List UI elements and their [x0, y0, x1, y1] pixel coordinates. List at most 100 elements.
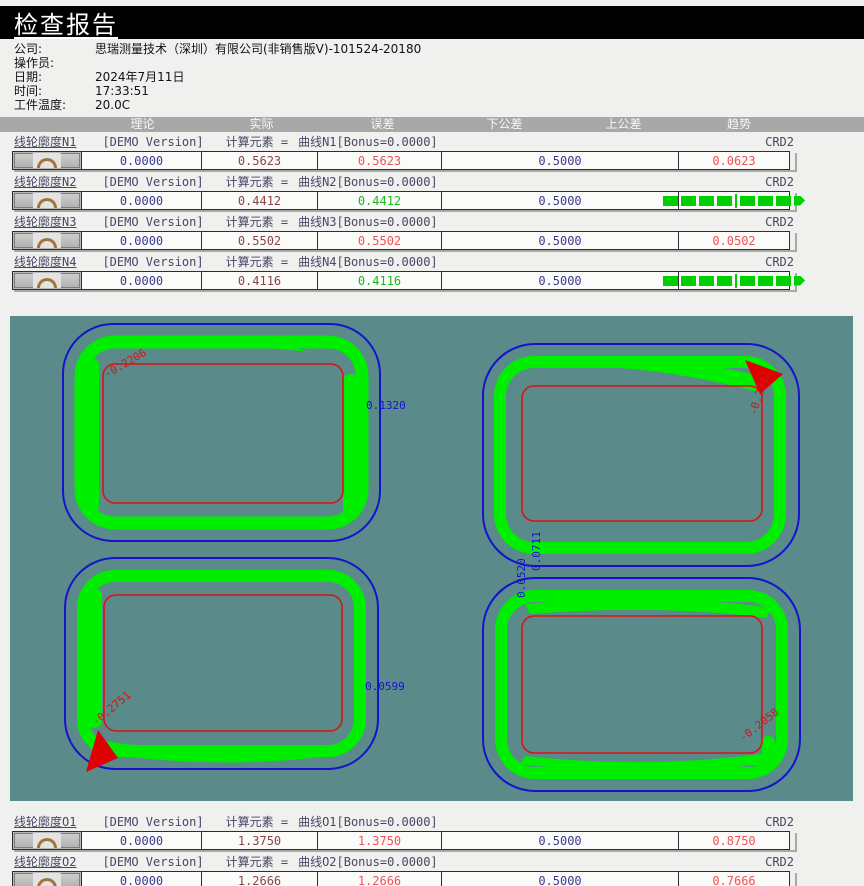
- theoretical-cell: 0.0000: [81, 831, 202, 850]
- measurement-name-link[interactable]: 线轮廓度O2: [14, 856, 76, 869]
- measurement-name-link[interactable]: 线轮廓度N2: [14, 176, 76, 189]
- time-value: 17:33:51: [95, 84, 149, 98]
- theoretical-cell: 0.0000: [81, 231, 202, 250]
- profile-icon-button[interactable]: [14, 193, 80, 208]
- measurement-header: 线轮廓度N4 [DEMO Version] 计算元素 = 曲线N4[Bonus=…: [0, 256, 864, 269]
- actual-cell: 0.4412: [201, 191, 318, 210]
- measurement-name-link[interactable]: 线轮廓度N3: [14, 216, 76, 229]
- theoretical-cell: 0.0000: [81, 151, 202, 170]
- date-value: 2024年7月11日: [95, 70, 184, 84]
- trend-value: 0.0502: [712, 234, 755, 248]
- calc-element-value: 曲线O1[Bonus=0.0000]: [298, 816, 438, 829]
- tolerance-cell: 0.5000: [441, 831, 679, 850]
- trend-bar: [663, 274, 805, 288]
- arc-icon: [33, 273, 61, 288]
- error-cell: 0.5502: [317, 231, 442, 250]
- column-error: 误差: [320, 117, 445, 132]
- profile-icon-cell: [12, 831, 82, 850]
- tolerance-cell: 0.5000: [441, 271, 679, 290]
- profile-icon-button[interactable]: [14, 233, 80, 248]
- deviation-thick-right: [762, 736, 775, 772]
- measurement-name-link[interactable]: 线轮廓度O1: [14, 816, 76, 829]
- measurement-header: 线轮廓度N2 [DEMO Version] 计算元素 = 曲线N2[Bonus=…: [0, 176, 864, 189]
- crd-label: CRD2: [765, 216, 794, 229]
- deviation-value-label: 0.0599: [365, 680, 405, 693]
- deviation-value-label: 0.0711: [530, 531, 543, 571]
- profile-icon-cell: [12, 271, 82, 290]
- time-label: 时间:: [14, 84, 95, 98]
- crd-label: CRD2: [765, 856, 794, 869]
- calc-element-label: 计算元素 =: [226, 256, 288, 269]
- actual-cell: 0.5502: [201, 231, 318, 250]
- column-theoretical: 理论: [82, 117, 203, 132]
- deviation-value-label: 0.0520: [515, 558, 528, 598]
- measurement-list-top: 线轮廓度N1 [DEMO Version] 计算元素 = 曲线N1[Bonus=…: [0, 136, 864, 290]
- profile-icon-button[interactable]: [14, 873, 80, 886]
- demo-version-label: [DEMO Version]: [102, 216, 203, 229]
- column-spacer: [12, 117, 82, 132]
- demo-version-label: [DEMO Version]: [102, 176, 203, 189]
- deviation-thick-right: [343, 374, 358, 519]
- report-title-bar: 检查报告: [0, 6, 864, 39]
- measurement-block: 线轮廓度N1 [DEMO Version] 计算元素 = 曲线N1[Bonus=…: [0, 136, 864, 170]
- column-upper-tolerance: 上公差: [564, 117, 683, 132]
- arc-icon: [33, 873, 61, 886]
- measurement-name-link[interactable]: 线轮廓度N4: [14, 256, 76, 269]
- tolerance-cell: 0.5000: [441, 231, 679, 250]
- error-cell: 0.5623: [317, 151, 442, 170]
- theoretical-cell: 0.0000: [81, 871, 202, 886]
- calc-element-label: 计算元素 =: [226, 856, 288, 869]
- trend-bar: [663, 194, 805, 208]
- demo-version-label: [DEMO Version]: [102, 136, 203, 149]
- profile-icon-button[interactable]: [14, 153, 80, 168]
- deviation-value-label: 0.1320: [366, 399, 406, 412]
- calc-element-label: 计算元素 =: [226, 136, 288, 149]
- info-row-temperature: 工件温度: 20.0C: [14, 98, 864, 112]
- info-row-operator: 操作员:: [14, 56, 864, 70]
- report-title: 检查报告: [14, 5, 118, 40]
- column-header-bar: 理论 实际 误差 下公差 上公差 趋势: [0, 117, 864, 132]
- demo-version-label: [DEMO Version]: [102, 256, 203, 269]
- calc-element-value: 曲线N3[Bonus=0.0000]: [298, 216, 438, 229]
- tolerance-cell: 0.5000: [441, 151, 679, 170]
- trend-value: 0.0623: [712, 154, 755, 168]
- error-cell: 0.4116: [317, 271, 442, 290]
- measurement-row: 0.0000 0.4116 0.4116 0.5000: [12, 271, 795, 290]
- company-value: 思瑞测量技术（深圳）有限公司(非销售版V)-101524-20180: [95, 42, 421, 56]
- arc-icon: [33, 193, 61, 208]
- theoretical-cell: 0.0000: [81, 191, 202, 210]
- calc-element-label: 计算元素 =: [226, 816, 288, 829]
- deviation-thick-left: [86, 588, 102, 728]
- crd-label: CRD2: [765, 256, 794, 269]
- trend-value: 0.8750: [712, 834, 755, 848]
- column-actual: 实际: [203, 117, 320, 132]
- measurement-row: 0.0000 1.2666 1.2666 0.5000 0.7666: [12, 871, 795, 886]
- profile-icon-button[interactable]: [14, 833, 80, 848]
- info-row-date: 日期: 2024年7月11日: [14, 70, 864, 84]
- profile-graphics-panel: -0.2206 0.1320 -0.2811 0.0711 -0.2751 0.…: [10, 316, 853, 801]
- crd-label: CRD2: [765, 176, 794, 189]
- profile-icon-cell: [12, 151, 82, 170]
- column-trend: 趋势: [683, 117, 795, 132]
- profile-icon-cell: [12, 231, 82, 250]
- measurement-row: 0.0000 0.5623 0.5623 0.5000 0.0623: [12, 151, 795, 170]
- crd-label: CRD2: [765, 816, 794, 829]
- measurement-row: 0.0000 1.3750 1.3750 0.5000 0.8750: [12, 831, 795, 850]
- calc-element-value: 曲线N4[Bonus=0.0000]: [298, 256, 438, 269]
- profile-icon-cell: [12, 871, 82, 886]
- temperature-label: 工件温度:: [14, 98, 95, 112]
- measurement-block: 线轮廓度N3 [DEMO Version] 计算元素 = 曲线N3[Bonus=…: [0, 216, 864, 250]
- actual-cell: 1.2666: [201, 871, 318, 886]
- measurement-row: 0.0000 0.5502 0.5502 0.5000 0.0502: [12, 231, 795, 250]
- report-info: 公司: 思瑞测量技术（深圳）有限公司(非销售版V)-101524-20180 操…: [0, 39, 864, 112]
- measurement-name-link[interactable]: 线轮廓度N1: [14, 136, 76, 149]
- calc-element-value: 曲线O2[Bonus=0.0000]: [298, 856, 438, 869]
- measurement-block: 线轮廓度O1 [DEMO Version] 计算元素 = 曲线O1[Bonus=…: [0, 816, 864, 850]
- trend-cell: 0.7666: [678, 871, 790, 886]
- measurement-row: 0.0000 0.4412 0.4412 0.5000: [12, 191, 795, 210]
- measurement-block: 线轮廓度N2 [DEMO Version] 计算元素 = 曲线N2[Bonus=…: [0, 176, 864, 210]
- profile-icon-button[interactable]: [14, 273, 80, 288]
- measurement-header: 线轮廓度O1 [DEMO Version] 计算元素 = 曲线O1[Bonus=…: [0, 816, 864, 829]
- calc-element-value: 曲线N1[Bonus=0.0000]: [298, 136, 438, 149]
- trend-cell: 0.0623: [678, 151, 790, 170]
